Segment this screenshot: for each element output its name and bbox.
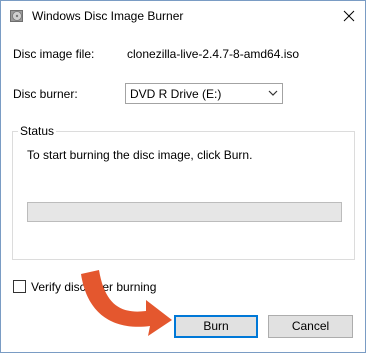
verify-disc-label[interactable]: Verify disc after burning	[31, 280, 156, 294]
status-group-title: Status	[18, 124, 57, 138]
close-button[interactable]	[333, 1, 365, 31]
disc-burner-label: Disc burner:	[13, 87, 78, 101]
disc-image-file-value: clonezilla-live-2.4.7-8-amd64.iso	[127, 47, 300, 61]
disc-burner-select[interactable]: DVD R Drive (E:)	[125, 83, 283, 104]
verify-disc-checkbox[interactable]	[13, 280, 26, 293]
status-message: To start burning the disc image, click B…	[27, 148, 253, 162]
disc-burner-icon	[9, 8, 25, 24]
burn-button[interactable]: Burn	[174, 315, 258, 338]
title-bar: Windows Disc Image Burner	[1, 1, 365, 31]
window-title: Windows Disc Image Burner	[32, 9, 184, 23]
disc-image-burner-dialog: Windows Disc Image Burner Disc image fil…	[0, 0, 366, 353]
cancel-button[interactable]: Cancel	[268, 315, 353, 338]
disc-burner-selected: DVD R Drive (E:)	[130, 87, 222, 101]
disc-image-file-label: Disc image file:	[13, 47, 95, 61]
burn-progress-bar	[27, 202, 342, 222]
close-icon	[343, 10, 355, 22]
chevron-down-icon	[268, 90, 278, 96]
